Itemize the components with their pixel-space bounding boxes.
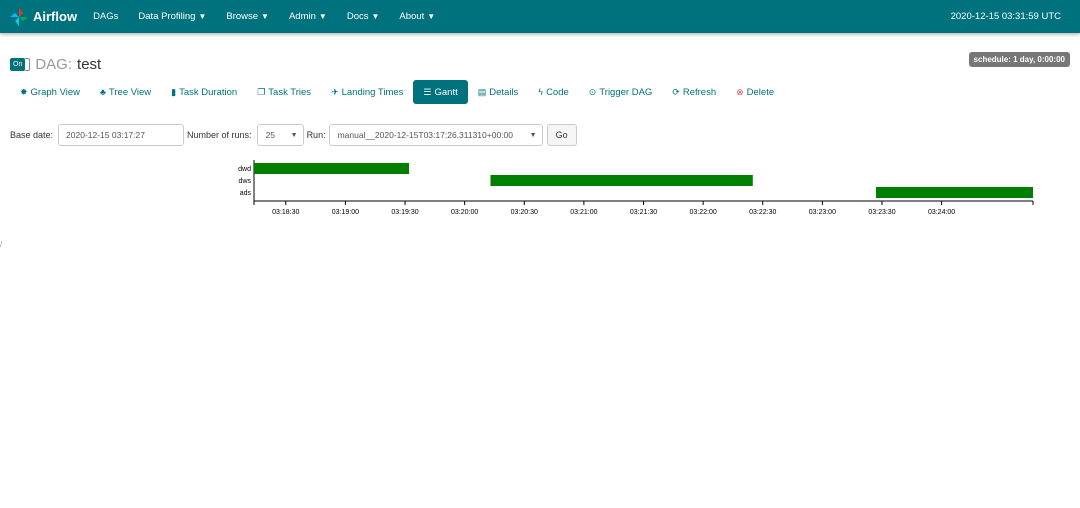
chevron-down-icon: ▼ — [318, 12, 327, 21]
toggle-on-label: On — [10, 58, 26, 71]
chevron-down-icon: ▼ — [371, 12, 380, 21]
chevron-down-icon: ▼ — [261, 12, 269, 21]
x-tick-label: 03:20:00 — [451, 209, 478, 216]
run-select-value: manual__2020-12-15T03:17:26.311310+00:00 — [337, 130, 513, 140]
runs-select[interactable]: 25 ▼ — [256, 124, 304, 146]
gantt-controls: Base date: 2020-12-15 03:17:27 Number of… — [10, 124, 577, 146]
x-tick-label: 03:23:30 — [868, 209, 895, 216]
tab-task-duration[interactable]: ▮ Task Duration — [161, 80, 247, 104]
top-navbar: Airflow DAGs Data Profiling ▼ Browse ▼ Admin ▼… — [0, 0, 1080, 33]
tab-label: Delete — [746, 86, 775, 98]
tab-trigger-dag[interactable]: ⊙ Trigger DAG — [579, 80, 663, 104]
x-tick-label: 03:18:30 — [272, 209, 299, 216]
nav-item-label: Admin — [288, 11, 316, 22]
task-label-dwd: dwd — [238, 166, 251, 173]
airflow-logo-icon — [10, 7, 28, 26]
nav-item-label: Data Profiling — [138, 11, 196, 22]
dag-title-row: On DAG: test — [10, 56, 101, 73]
task-tries-icon: ❐ — [257, 86, 266, 97]
nav-item-label: DAGs — [93, 11, 119, 22]
runs-label: Number of runs: — [187, 130, 252, 140]
code-icon: ϟ — [538, 87, 544, 97]
x-tick-label: 03:22:00 — [689, 209, 716, 216]
refresh-icon: ⟳ — [672, 86, 680, 97]
run-label: Run: — [306, 130, 326, 140]
base-date-input[interactable]: 2020-12-15 03:17:27 — [58, 124, 185, 146]
tab-gantt[interactable]: ☰ Gantt — [413, 80, 468, 104]
delete-icon: ⊗ — [736, 86, 744, 97]
x-tick-label: 03:23:00 — [809, 209, 836, 216]
nav-item-data-profiling[interactable]: Data Profiling ▼ — [138, 0, 206, 33]
x-tick-label: 03:22:30 — [749, 209, 776, 216]
trigger-dag-icon: ⊙ — [588, 86, 597, 97]
base-date-label: Base date: — [10, 130, 54, 140]
tab-label: Graph View — [30, 86, 81, 98]
tab-label: Task Duration — [179, 86, 238, 98]
chevron-down-icon: ▼ — [290, 131, 298, 139]
view-tabs: ✸ Graph View ♣ Tree View ▮ Task Duration ❐ Task… — [10, 80, 784, 104]
dag-toggle[interactable]: On — [10, 58, 31, 71]
gantt-icon: ☰ — [423, 86, 432, 97]
x-tick-label: 03:19:30 — [391, 209, 418, 216]
brand-name: Airflow — [33, 9, 78, 24]
nav-item-label: Docs — [346, 11, 369, 22]
runs-select-value: 25 — [265, 130, 276, 140]
toggle-off-part — [25, 58, 31, 71]
tab-task-tries[interactable]: ❐ Task Tries — [247, 80, 321, 104]
nav-item-dags[interactable]: DAGs — [93, 0, 118, 33]
graph-view-icon: ✸ — [20, 86, 28, 97]
tab-label: Code — [546, 86, 569, 98]
tab-landing-times[interactable]: ✈ Landing Times — [321, 80, 413, 104]
task-duration-icon: ▮ — [171, 86, 177, 97]
stray-mark: / — [0, 240, 3, 249]
chevron-down-icon: ▼ — [427, 12, 436, 21]
gantt-bar-ads — [876, 187, 1033, 198]
tree-view-icon: ♣ — [100, 87, 106, 97]
x-tick-label: 03:21:30 — [630, 209, 657, 216]
tab-tree-view[interactable]: ♣ Tree View — [90, 80, 161, 104]
landing-times-icon: ✈ — [331, 86, 339, 97]
dag-prefix: DAG: — [35, 56, 73, 73]
gantt-bar-dws — [490, 175, 753, 186]
x-tick-label: 03:21:00 — [570, 209, 597, 216]
run-select[interactable]: manual__2020-12-15T03:17:26.311310+00:00… — [328, 124, 543, 146]
nav-item-label: About — [399, 11, 425, 22]
schedule-badge: schedule: 1 day, 0:00:00 — [968, 52, 1070, 67]
chevron-down-icon: ▼ — [198, 12, 207, 21]
x-tick-label: 03:19:00 — [332, 209, 359, 216]
tab-label: Refresh — [682, 86, 717, 98]
details-icon: ▤ — [477, 86, 487, 97]
tab-label: Gantt — [434, 86, 458, 98]
tab-graph-view[interactable]: ✸ Graph View — [10, 80, 90, 104]
brand[interactable]: Airflow — [9, 0, 77, 33]
tab-code[interactable]: ϟ Code — [528, 80, 578, 104]
task-label-ads: ads — [240, 190, 252, 197]
nav-item-label: Browse — [226, 11, 259, 22]
task-label-dws: dws — [239, 178, 252, 185]
nav-item-about[interactable]: About ▼ — [399, 0, 435, 33]
x-tick-label: 03:20:30 — [511, 209, 538, 216]
gantt-bar-dwd — [254, 163, 410, 174]
dag-name: test — [77, 56, 102, 73]
tab-label: Task Tries — [268, 86, 312, 98]
chevron-down-icon: ▼ — [529, 131, 537, 139]
tab-label: Landing Times — [341, 86, 404, 98]
tab-delete[interactable]: ⊗ Delete — [726, 80, 784, 104]
gantt-chart: dwd dws ads 03:18:30 03:19:00 03:19:30 03:20:0… — [238, 160, 1034, 216]
tab-details[interactable]: ▤ Details — [468, 80, 529, 104]
tab-label: Tree View — [108, 86, 152, 98]
x-tick-label: 03:24:00 — [928, 209, 955, 216]
tab-label: Trigger DAG — [599, 86, 653, 98]
nav-item-docs[interactable]: Docs ▼ — [347, 0, 380, 33]
tab-refresh[interactable]: ⟳ Refresh — [662, 80, 726, 104]
nav-item-admin[interactable]: Admin ▼ — [289, 0, 327, 33]
server-time: 2020-12-15 03:31:59 UTC — [950, 11, 1061, 22]
go-button[interactable]: Go — [546, 124, 577, 146]
nav-item-browse[interactable]: Browse ▼ — [226, 0, 269, 33]
tab-label: Details — [489, 86, 519, 98]
